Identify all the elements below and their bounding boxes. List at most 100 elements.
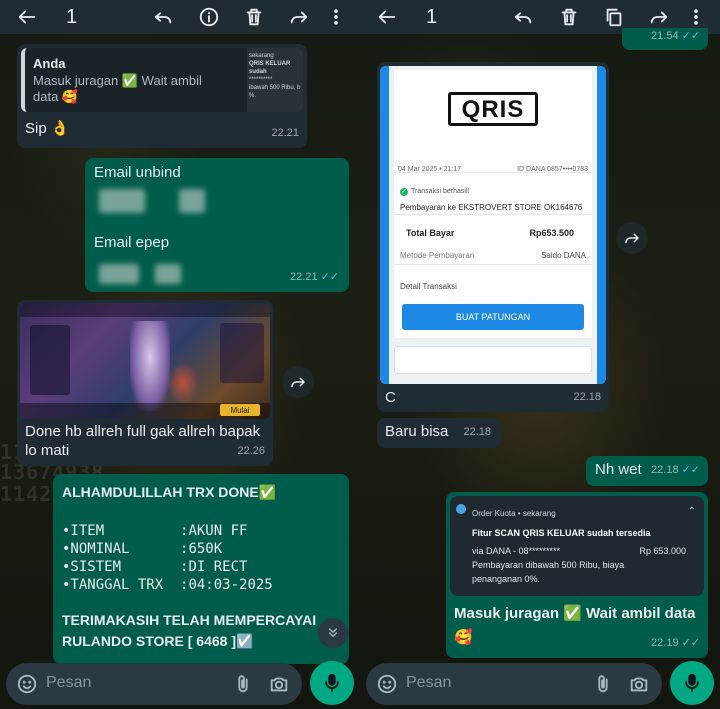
message-time: 22.19 ✓✓ <box>651 637 700 649</box>
microphone-icon <box>325 673 339 693</box>
trx-footer: TERIMAKASIH TELAH MEMPERCAYAI RULANDO ST… <box>62 612 317 649</box>
message-bubble-outgoing[interactable]: Nh wet 22.18 ✓✓ <box>586 456 708 486</box>
reply-icon[interactable] <box>150 4 176 30</box>
microphone-icon <box>685 673 699 693</box>
trx-row-label: •SISTEM <box>62 559 122 575</box>
notification-body: Pembayaran dibawah 500 Ribu, biaya penan… <box>472 560 625 584</box>
message-time: 22.21 ✓✓ <box>290 271 339 283</box>
attach-icon[interactable] <box>592 673 614 695</box>
redacted-text <box>179 189 205 213</box>
selected-count: 1 <box>426 6 438 28</box>
read-receipt-icon: ✓✓ <box>681 464 700 476</box>
message-time: 22.21 <box>271 127 299 139</box>
message-time: 22.18 ✓✓ <box>651 464 700 476</box>
game-character <box>168 363 198 403</box>
message-bubble-incoming[interactable]: Mulai Done hb allreh full gak allreh bap… <box>17 300 273 466</box>
notification-title: Fitur SCAN QRIS KELUAR sudah tersedia <box>472 528 651 538</box>
message-input-bar[interactable]: Pesan <box>366 663 662 705</box>
game-screenshot-image[interactable]: Mulai <box>20 303 270 419</box>
message-text: Baru bisa <box>385 423 449 440</box>
message-text: Sip 👌 <box>25 120 70 137</box>
divider <box>394 214 592 215</box>
game-hud-top <box>20 303 270 317</box>
message-time: 22.18 <box>573 391 601 403</box>
redacted-text <box>99 264 139 284</box>
delete-icon[interactable] <box>556 4 582 30</box>
quoted-message[interactable]: Anda Masuk juragan ✅ Wait ambil data 🥰 s… <box>21 48 303 112</box>
forward-message-icon[interactable] <box>282 366 314 398</box>
chat-pane-right: 1 21.54 ✓✓ QRIS 04 Mar 2025 • 21:17 ID DA… <box>360 0 720 709</box>
receipt-method-value: Saldo DANA <box>541 251 586 260</box>
message-input-bar[interactable]: Pesan <box>6 663 302 705</box>
voice-message-button[interactable] <box>310 661 354 705</box>
quote-thumb-text: QRIS KELUAR sudah <box>249 61 291 75</box>
trx-row: •TANGGAL TRX:04:03-2025 <box>62 576 273 594</box>
divider <box>394 172 592 173</box>
back-arrow-icon[interactable] <box>14 4 40 30</box>
receipt-card: QRIS 04 Mar 2025 • 21:17 ID DANA 0857•••… <box>394 70 592 338</box>
chevron-up-icon: ⌃ <box>687 506 696 517</box>
notification-app: Order Kuota • sekarang <box>472 509 556 518</box>
emoji-icon[interactable] <box>16 673 38 695</box>
camera-icon[interactable] <box>628 673 650 695</box>
selected-count: 1 <box>66 6 78 28</box>
message-bubble-outgoing[interactable]: 21.54 ✓✓ <box>622 28 708 50</box>
copy-icon[interactable] <box>601 4 627 30</box>
receipt-total-value: Rp653.500 <box>529 228 574 238</box>
camera-icon[interactable] <box>268 673 290 695</box>
trx-row: •ITEM:AKUN FF <box>62 522 273 540</box>
more-options-icon[interactable] <box>326 4 346 30</box>
message-bubble-incoming[interactable]: QRIS 04 Mar 2025 • 21:17 ID DANA 0857•••… <box>377 62 609 412</box>
chat-pane-left: 114 13674938 11423568 1 Anda Masuk jurag… <box>0 0 360 709</box>
trx-row-label: •NOMINAL <box>62 541 130 557</box>
message-text: Nh wet <box>595 461 642 478</box>
message-bubble-incoming[interactable]: Baru bisa 22.18 <box>377 418 501 448</box>
reply-icon[interactable] <box>510 4 536 30</box>
emoji-icon[interactable] <box>376 673 398 695</box>
trx-row: •SISTEM:DI RECT <box>62 558 273 576</box>
trx-row-value: 650K <box>188 541 223 557</box>
forward-message-icon[interactable] <box>616 222 648 254</box>
trx-row-label: •ITEM <box>62 523 105 539</box>
message-input-placeholder: Pesan <box>46 674 92 691</box>
attach-icon[interactable] <box>232 673 254 695</box>
receipt-edge <box>380 66 389 384</box>
receipt-edge <box>597 66 606 384</box>
read-receipt-icon: ✓✓ <box>681 30 700 42</box>
notification-amount: Rp 653.000 <box>639 546 686 556</box>
quote-thumb-text: ibawah 500 Ribu, b <box>249 85 301 91</box>
info-icon[interactable] <box>196 4 222 30</box>
delivered-receipt-icon: ✓✓ <box>681 637 700 649</box>
back-arrow-icon[interactable] <box>374 4 400 30</box>
quote-thumb-text: sekarang <box>249 53 274 59</box>
scroll-to-bottom-icon[interactable] <box>318 618 348 648</box>
trx-row-value: DI RECT <box>188 559 248 575</box>
message-text: C <box>385 389 396 406</box>
app-icon <box>456 504 466 514</box>
receipt-date: 04 Mar 2025 • 21:17 <box>398 166 462 173</box>
qris-logo: QRIS <box>448 92 538 126</box>
game-start-button: Mulai <box>220 404 260 416</box>
message-bubble-outgoing[interactable]: ALHAMDULILLAH TRX DONE✅ •ITEM:AKUN FF •N… <box>53 474 349 664</box>
message-time: 22.18 <box>463 426 491 438</box>
delete-icon[interactable] <box>241 4 267 30</box>
trx-row-value: AKUN FF <box>188 523 248 539</box>
message-time: 22.26 <box>237 445 265 457</box>
trx-row-value: 04:03-2025 <box>188 577 273 593</box>
voice-message-button[interactable] <box>670 661 714 705</box>
notification-screenshot-image[interactable]: Order Kuota • sekarang ⌃ Fitur SCAN QRIS… <box>450 496 704 596</box>
message-bubble-incoming[interactable]: Anda Masuk juragan ✅ Wait ambil data 🥰 s… <box>17 44 307 148</box>
quote-thumbnail: sekarang QRIS KELUAR sudah ********** ib… <box>247 48 303 112</box>
message-bubble-outgoing[interactable]: Email unbind Email epep 22.21 ✓✓ <box>85 158 349 292</box>
trx-row-label: •TANGGAL TRX <box>62 577 164 593</box>
receipt-total-label: Total Bayar <box>406 228 455 238</box>
message-text: Done hb allreh full gak allreh bapak lo … <box>25 423 261 459</box>
message-text: Email epep <box>94 234 170 251</box>
forward-icon[interactable] <box>286 4 312 30</box>
message-bubble-outgoing[interactable]: Order Kuota • sekarang ⌃ Fitur SCAN QRIS… <box>446 492 708 658</box>
game-character <box>130 321 170 411</box>
quote-thumb-text: %. <box>249 93 257 99</box>
receipt-detail-label: Detail Transaksi <box>400 282 457 291</box>
payment-receipt-image[interactable]: QRIS 04 Mar 2025 • 21:17 ID DANA 0857•••… <box>380 66 606 384</box>
game-side-panel <box>220 323 264 383</box>
